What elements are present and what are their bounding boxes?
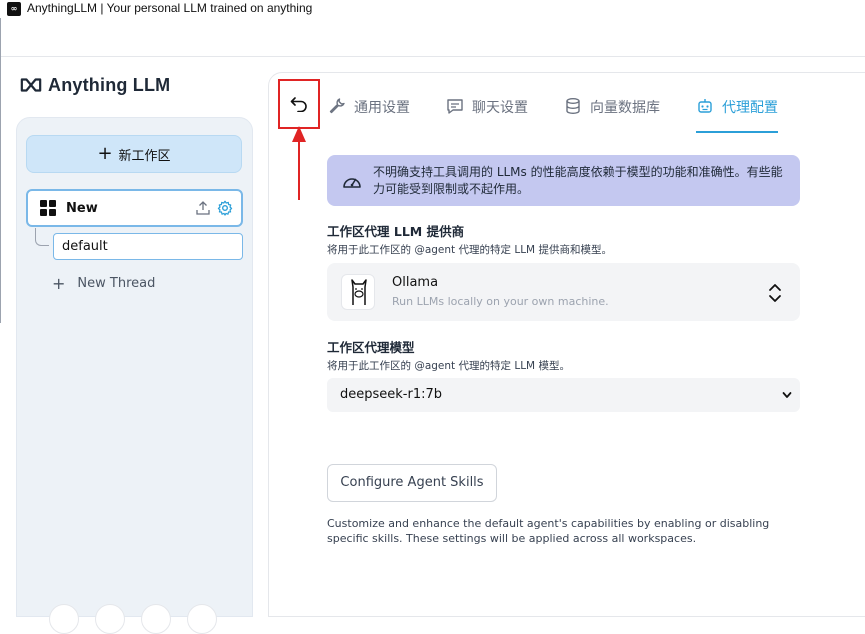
capability-notice: 不明确支持工具调用的 LLMs 的性能高度依赖于模型的功能和准确性。有些能力可能… bbox=[327, 155, 800, 206]
model-select[interactable]: deepseek-r1:7b bbox=[327, 378, 800, 412]
new-thread-label: New Thread bbox=[77, 276, 156, 291]
new-workspace-button[interactable]: + 新工作区 bbox=[26, 135, 242, 173]
footer-button[interactable] bbox=[187, 604, 217, 634]
notice-text: 不明确支持工具调用的 LLMs 的性能高度依赖于模型的功能和准确性。有些能力可能… bbox=[373, 165, 783, 196]
annotation-arrow-head bbox=[292, 126, 306, 142]
upload-icon[interactable] bbox=[195, 200, 211, 216]
new-workspace-label: 新工作区 bbox=[118, 148, 171, 164]
model-subtitle: 将用于此工作区的 @agent 代理的特定 LLM 模型。 bbox=[327, 360, 570, 372]
plus-icon: + bbox=[97, 143, 113, 164]
sidebar: + 新工作区 New default + New Thread bbox=[16, 117, 253, 634]
ollama-logo-icon bbox=[341, 274, 375, 310]
workspace-name: New bbox=[66, 200, 98, 216]
robot-icon bbox=[698, 99, 712, 113]
chat-icon bbox=[447, 99, 463, 114]
model-title: 工作区代理模型 bbox=[327, 340, 415, 355]
footer-button[interactable] bbox=[95, 604, 125, 634]
anythingllm-logo-icon bbox=[20, 78, 42, 92]
app-logo-icon: ∞ bbox=[7, 2, 21, 16]
tab-label: 聊天设置 bbox=[472, 100, 528, 116]
back-button[interactable] bbox=[278, 79, 320, 129]
tab-label: 通用设置 bbox=[354, 100, 410, 116]
window-edge bbox=[0, 18, 1, 323]
settings-tabs: 通用设置 聊天设置 向量数据库 代理配置 bbox=[328, 95, 814, 135]
tab-vector-database[interactable]: 向量数据库 bbox=[564, 95, 660, 135]
footer-button[interactable] bbox=[49, 604, 79, 634]
footer-button[interactable] bbox=[141, 604, 171, 634]
brand-logo[interactable]: Anything LLM bbox=[20, 74, 170, 96]
gear-icon[interactable] bbox=[217, 200, 233, 216]
tab-general-settings[interactable]: 通用设置 bbox=[328, 95, 410, 135]
configure-agent-skills-button[interactable]: Configure Agent Skills bbox=[327, 464, 497, 502]
provider-subtitle: 将用于此工作区的 @agent 代理的特定 LLM 提供商和模型。 bbox=[327, 244, 612, 256]
tab-chat-settings[interactable]: 聊天设置 bbox=[446, 95, 528, 135]
skills-description: Customize and enhance the default agent'… bbox=[327, 517, 770, 545]
model-select-value: deepseek-r1:7b bbox=[340, 387, 443, 402]
thread-connector bbox=[35, 228, 49, 246]
back-arrow-icon bbox=[290, 97, 307, 112]
database-icon bbox=[566, 98, 580, 114]
workspace-item[interactable]: New bbox=[26, 189, 243, 227]
new-thread-button[interactable]: + New Thread bbox=[52, 274, 155, 293]
tab-label: 向量数据库 bbox=[590, 100, 660, 116]
chevron-down-icon bbox=[782, 392, 792, 398]
workspace-grid-icon bbox=[40, 200, 56, 216]
brand-name: Anything LLM bbox=[48, 74, 171, 95]
plus-icon: + bbox=[52, 274, 66, 293]
provider-description: Run LLMs locally on your own machine. bbox=[392, 295, 609, 308]
sidebar-footer-buttons bbox=[49, 604, 217, 634]
wrench-icon bbox=[329, 98, 345, 114]
updown-chevron-icon bbox=[769, 284, 781, 302]
window-title: AnythingLLM | Your personal LLM trained … bbox=[27, 1, 313, 15]
thread-item-default[interactable]: default bbox=[53, 233, 243, 260]
window-titlebar: ∞ AnythingLLM | Your personal LLM traine… bbox=[0, 0, 865, 57]
tab-label: 代理配置 bbox=[722, 100, 778, 116]
gauge-icon bbox=[343, 178, 361, 188]
provider-title: 工作区代理 LLM 提供商 bbox=[327, 224, 465, 239]
provider-selector[interactable]: Ollama Run LLMs locally on your own mach… bbox=[327, 263, 800, 321]
tab-agent-configuration[interactable]: 代理配置 bbox=[696, 95, 778, 133]
provider-name: Ollama bbox=[392, 275, 439, 290]
